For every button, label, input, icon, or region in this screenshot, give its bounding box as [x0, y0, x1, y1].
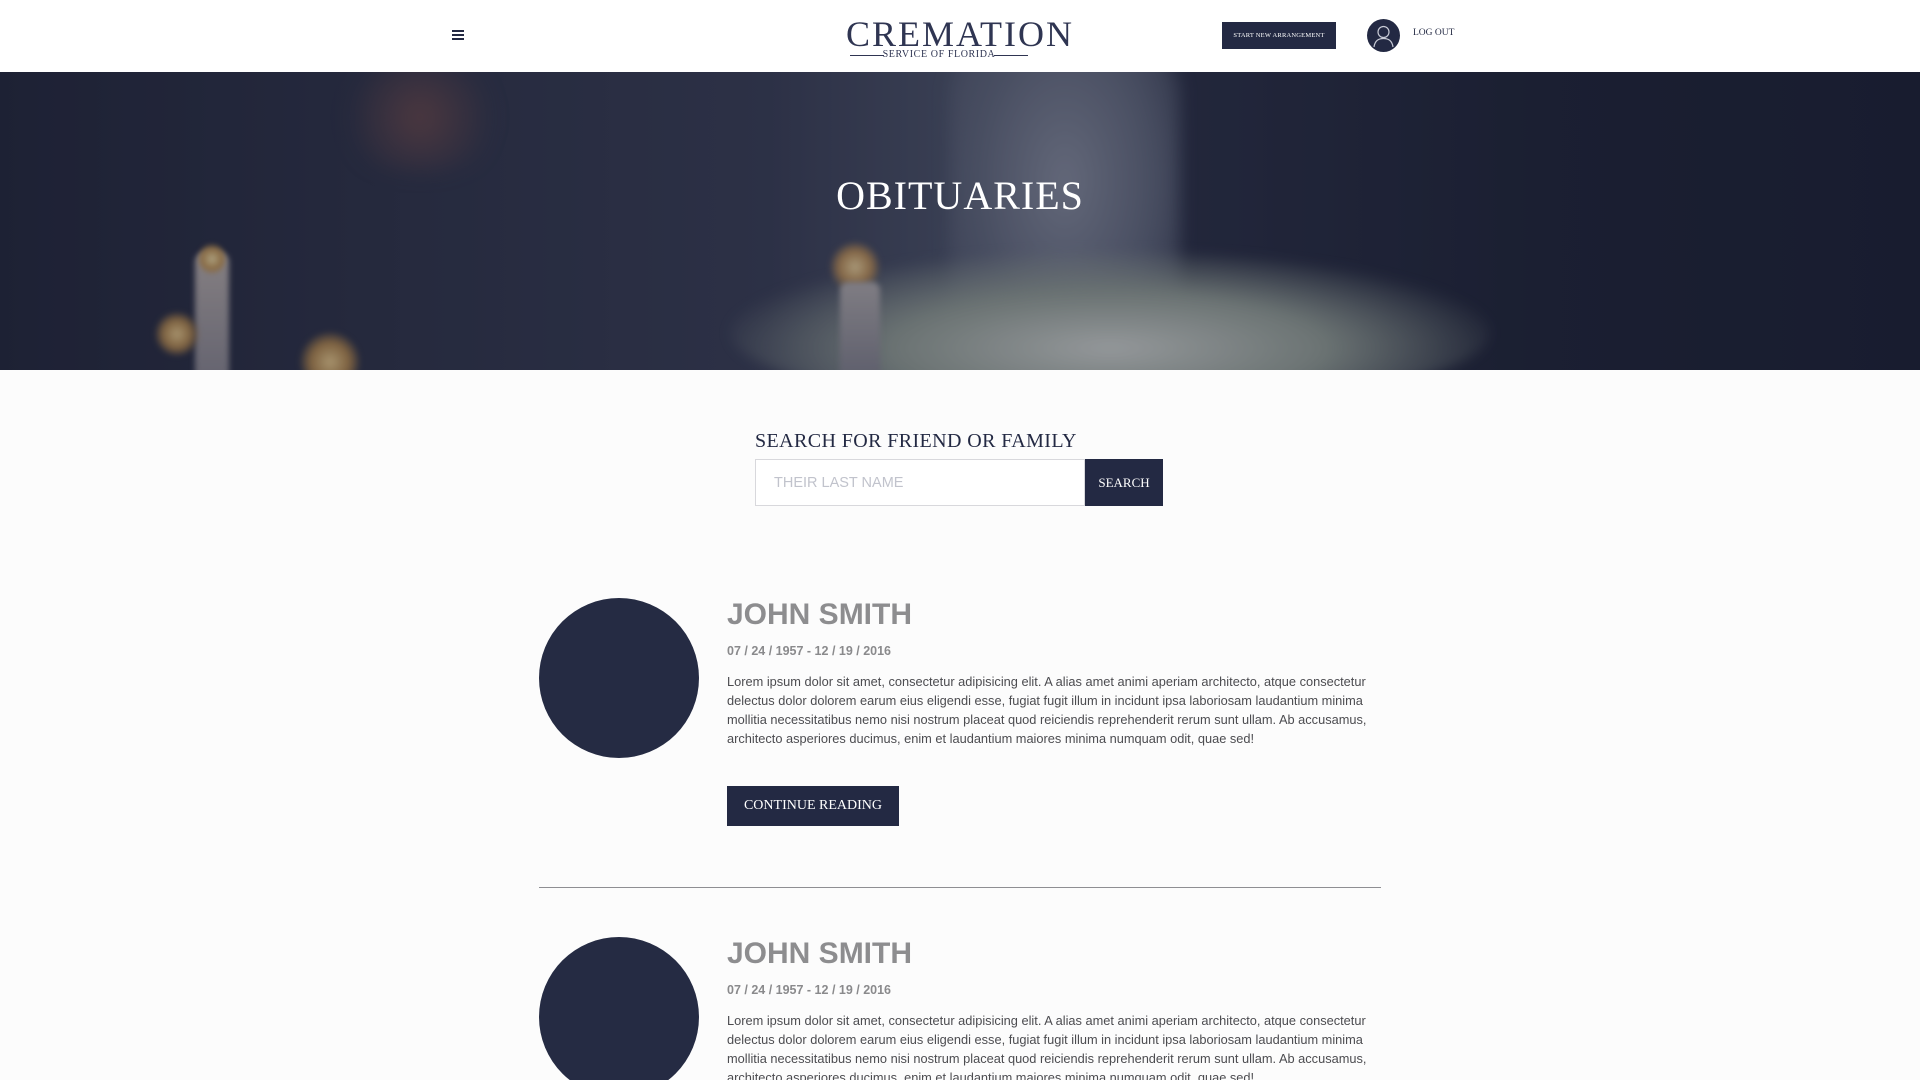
- obituary-entry: JOHN SMITH 07 / 24 / 1957 - 12 / 19 / 20…: [539, 598, 1381, 828]
- site-header: CREMATION SERVICE OF FLORIDA START NEW A…: [0, 0, 1920, 72]
- obituary-excerpt: Lorem ipsum dolor sit amet, consectetur …: [727, 1013, 1367, 1080]
- obituary-excerpt: Lorem ipsum dolor sit amet, consectetur …: [727, 674, 1367, 746]
- search-button[interactable]: SEARCH: [1085, 459, 1163, 506]
- obituary-dates: 07 / 24 / 1957 - 12 / 19 / 2016: [727, 644, 892, 658]
- hamburger-menu-icon[interactable]: [446, 26, 472, 48]
- obituary-photo[interactable]: [539, 598, 699, 758]
- site-logo[interactable]: CREMATION SERVICE OF FLORIDA: [846, 14, 1075, 60]
- obituary-dates: 07 / 24 / 1957 - 12 / 19 / 2016: [727, 983, 892, 997]
- page-title: OBITUARIES: [836, 173, 1084, 218]
- user-avatar-icon[interactable]: [1367, 19, 1400, 52]
- logo-wordmark: CREMATION: [846, 14, 1075, 54]
- search-heading: SEARCH FOR FRIEND OR FAMILY: [755, 430, 1077, 452]
- log-out-link[interactable]: LOG OUT: [1413, 28, 1454, 38]
- hero-overlay: [0, 72, 1920, 370]
- obituary-entry: JOHN SMITH 07 / 24 / 1957 - 12 / 19 / 20…: [539, 937, 1381, 1080]
- logo-tagline: SERVICE OF FLORIDA: [846, 50, 1032, 60]
- last-name-search-input[interactable]: [755, 459, 1085, 506]
- obituary-name: JOHN SMITH: [727, 937, 913, 970]
- continue-reading-button[interactable]: CONTINUE READING: [727, 786, 899, 826]
- obituary-photo[interactable]: [539, 937, 699, 1080]
- hero-banner: OBITUARIES: [0, 72, 1920, 370]
- entry-divider: [539, 887, 1381, 888]
- start-new-arrangement-button[interactable]: START NEW ARRANGEMENT: [1222, 22, 1336, 49]
- obituary-name: JOHN SMITH: [727, 598, 913, 631]
